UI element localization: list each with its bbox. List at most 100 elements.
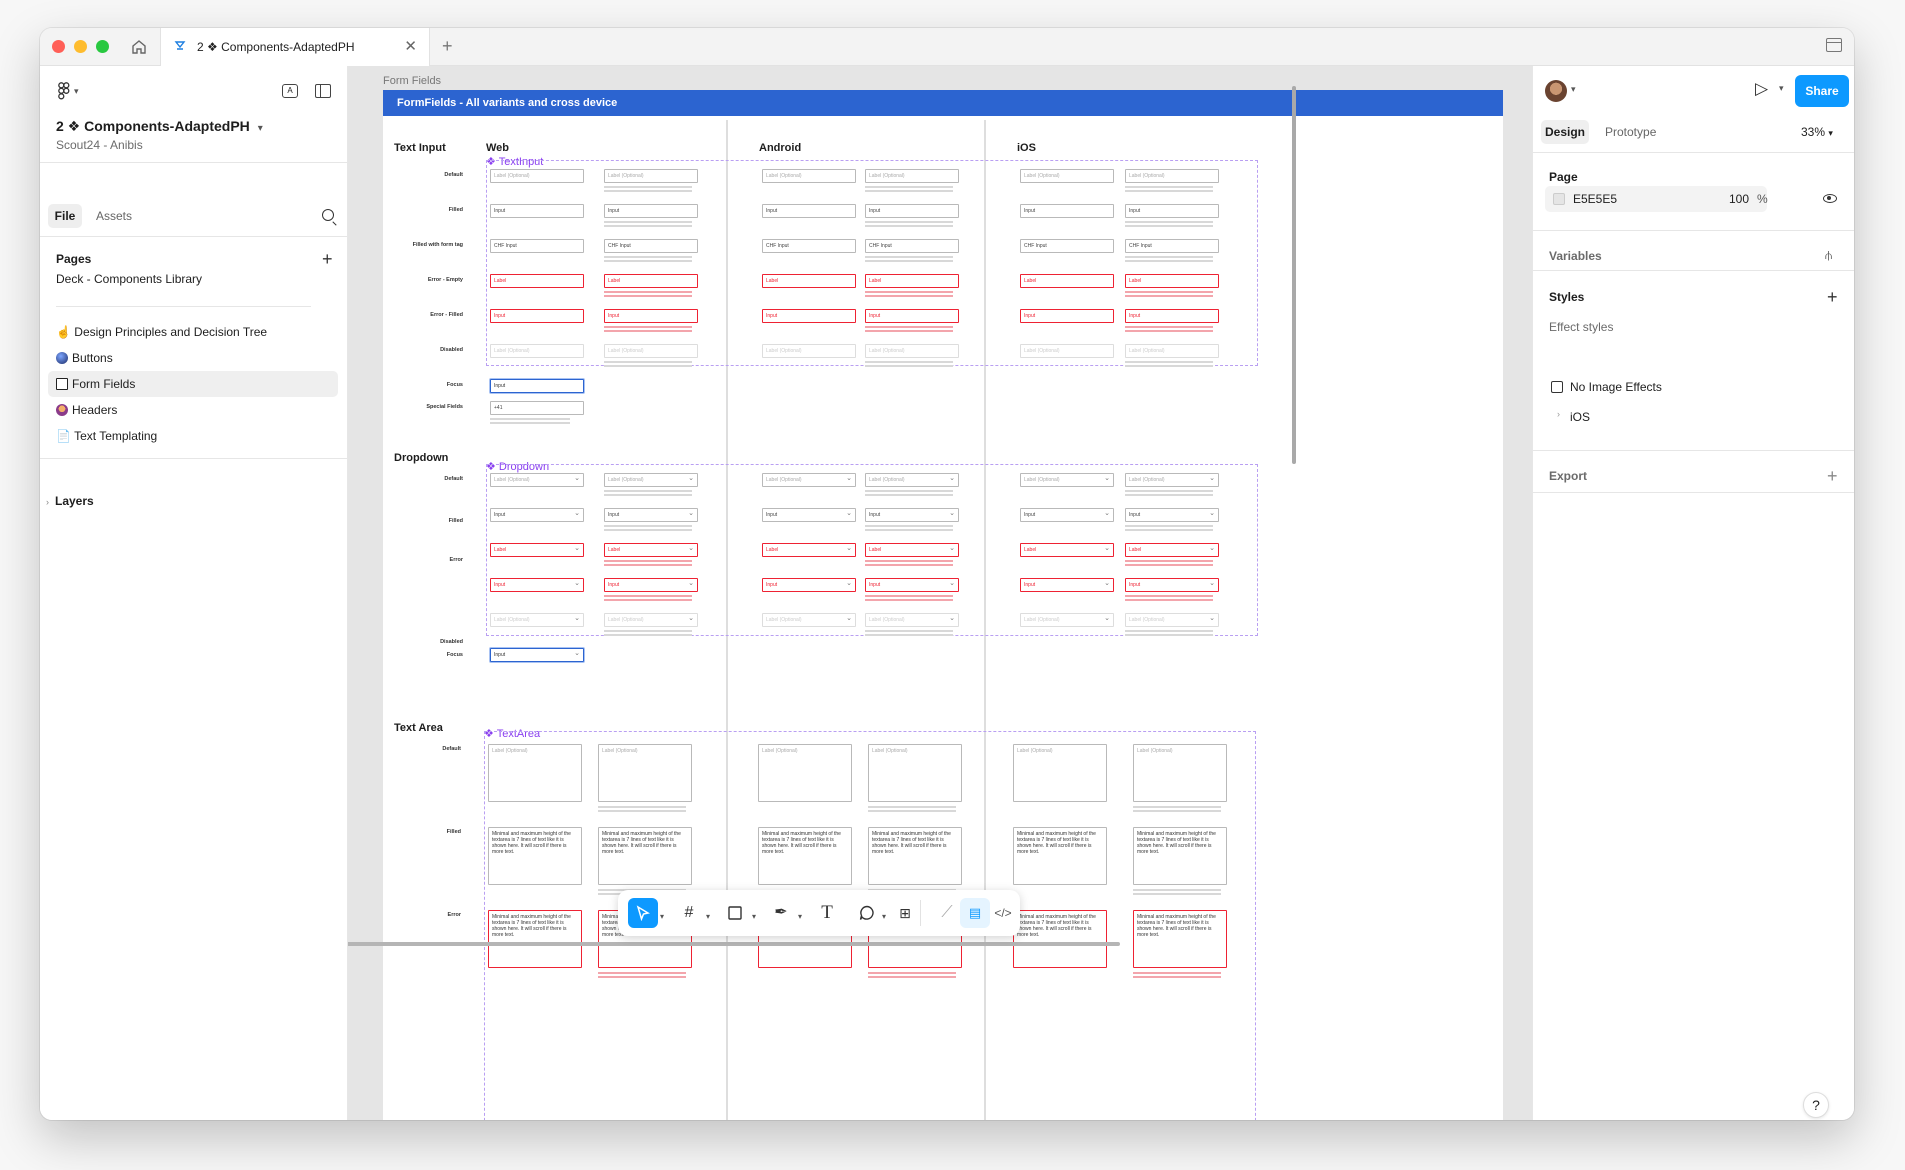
textarea-sample[interactable]: Minimal and maximum height of the textar… (868, 827, 962, 885)
text-input-sample[interactable]: CHF Input (1125, 239, 1219, 253)
pen-tool-icon[interactable]: ✒ (766, 898, 796, 928)
share-button[interactable]: Share (1795, 75, 1849, 107)
page-item-headers[interactable]: Headers (48, 397, 338, 423)
main-menu[interactable]: ▾ (58, 82, 79, 100)
comment-tool-icon[interactable] (852, 898, 882, 928)
text-input-sample[interactable]: Input (762, 204, 856, 218)
dropdown-sample[interactable]: Input (1020, 578, 1114, 592)
page-color-field[interactable]: E5E5E5 100 % (1545, 186, 1768, 212)
tab-prototype[interactable]: Prototype (1605, 120, 1656, 144)
frame-tool-icon[interactable]: # (674, 898, 704, 928)
dropdown-sample[interactable]: Label (Optional) (762, 473, 856, 487)
file-name[interactable]: 2 ❖ Components-AdaptedPH ▾ (56, 118, 263, 135)
design-mode-icon[interactable]: ▤ (960, 898, 990, 928)
textarea-sample[interactable]: Minimal and maximum height of the textar… (1133, 827, 1227, 885)
dropdown-sample[interactable]: Input (865, 508, 959, 522)
dropdown-sample[interactable]: Label (Optional) (490, 473, 584, 487)
draw-tool-icon[interactable]: ⟋ (932, 898, 962, 928)
dropdown-sample[interactable]: Label (Optional) (1020, 613, 1114, 627)
text-input-sample[interactable]: Label (865, 274, 959, 288)
dropdown-sample[interactable]: Input (1125, 578, 1219, 592)
rectangle-tool-icon[interactable] (720, 898, 750, 928)
effect-style-group[interactable]: iOS (1570, 410, 1590, 424)
dropdown-sample[interactable]: Label (762, 543, 856, 557)
dropdown-sample[interactable]: Input (762, 508, 856, 522)
no-image-effects-checkbox[interactable] (1551, 381, 1563, 393)
home-icon[interactable] (128, 36, 150, 58)
dropdown-sample[interactable]: Label (Optional) (1020, 473, 1114, 487)
search-icon[interactable] (322, 209, 334, 221)
sidebar-toggle-icon[interactable] (1826, 38, 1842, 52)
text-input-sample[interactable]: CHF Input (604, 239, 698, 253)
text-input-sample[interactable]: Label (1020, 274, 1114, 288)
add-page-icon[interactable]: + (322, 250, 333, 268)
dropdown-sample[interactable]: Input (490, 508, 584, 522)
dropdown-sample[interactable]: Label (Optional) (604, 613, 698, 627)
textarea-sample[interactable]: Minimal and maximum height of the textar… (598, 827, 692, 885)
dropdown-sample[interactable]: Input (1020, 508, 1114, 522)
add-style-icon[interactable]: + (1827, 288, 1838, 306)
canvas[interactable]: Form Fields FormFields - All variants an… (348, 66, 1532, 1120)
dropdown-sample[interactable]: Label (865, 543, 959, 557)
phone-input-sample[interactable]: +41 (490, 401, 584, 415)
text-input-sample[interactable]: Input (1125, 309, 1219, 323)
chevron-right-icon[interactable]: › (1557, 409, 1560, 419)
variables-heading[interactable]: Variables (1549, 249, 1602, 263)
textarea-sample[interactable]: Minimal and maximum height of the textar… (488, 827, 582, 885)
text-input-sample[interactable]: Label (Optional) (1125, 344, 1219, 358)
text-input-sample[interactable]: Input (865, 309, 959, 323)
dropdown-sample[interactable]: Label (Optional) (762, 613, 856, 627)
text-input-focus-sample[interactable]: Input (490, 379, 584, 393)
dropdown-sample[interactable]: Label (Optional) (865, 473, 959, 487)
text-input-sample[interactable]: Label (Optional) (762, 344, 856, 358)
text-input-sample[interactable]: Label (490, 274, 584, 288)
text-input-sample[interactable]: Input (604, 204, 698, 218)
text-input-sample[interactable]: Input (1125, 204, 1219, 218)
textarea-sample[interactable]: Label (Optional) (598, 744, 692, 802)
formfields-frame[interactable]: FormFields - All variants and cross devi… (383, 90, 1503, 1120)
chevron-down-icon[interactable]: ▾ (752, 912, 756, 921)
chevron-down-icon[interactable]: ▾ (882, 912, 886, 921)
vertical-scrollbar[interactable] (1292, 86, 1296, 464)
dropdown-sample[interactable]: Label (Optional) (604, 473, 698, 487)
text-input-sample[interactable]: Input (490, 309, 584, 323)
effect-style-item[interactable]: No Image Effects (1570, 380, 1662, 394)
text-tool-icon[interactable]: T (812, 898, 842, 928)
textarea-sample[interactable]: Label (Optional) (1013, 744, 1107, 802)
tab-design[interactable]: Design (1541, 120, 1589, 144)
add-export-icon[interactable]: + (1827, 467, 1838, 485)
page-item-text-templating[interactable]: 📄 Text Templating (48, 423, 338, 449)
chevron-down-icon[interactable]: ▾ (660, 912, 664, 921)
chevron-down-icon[interactable]: ▾ (1779, 83, 1784, 94)
text-input-sample[interactable]: Label (Optional) (490, 344, 584, 358)
horizontal-scrollbar[interactable] (348, 942, 1120, 946)
page-item-buttons[interactable]: Buttons (48, 345, 338, 371)
textarea-sample[interactable]: Label (Optional) (868, 744, 962, 802)
text-input-sample[interactable]: CHF Input (865, 239, 959, 253)
text-input-sample[interactable]: Label (Optional) (1020, 169, 1114, 183)
tab-file[interactable]: 2 ❖ Components-AdaptedPH ✕ (160, 28, 430, 66)
frame-label[interactable]: Form Fields (383, 75, 441, 87)
text-input-sample[interactable]: Label (Optional) (604, 169, 698, 183)
text-input-sample[interactable]: Label (604, 274, 698, 288)
close-window-button[interactable] (52, 40, 65, 53)
panel-layout-icon[interactable] (315, 84, 331, 98)
dropdown-sample[interactable]: Input (604, 578, 698, 592)
dropdown-sample[interactable]: Label (Optional) (490, 613, 584, 627)
dropdown-sample[interactable]: Label (Optional) (1125, 613, 1219, 627)
dropdown-focus-sample[interactable]: Input (490, 648, 584, 662)
close-tab-icon[interactable]: ✕ (404, 39, 417, 54)
text-input-sample[interactable]: Label (762, 274, 856, 288)
actions-tool-icon[interactable]: ⊞ (890, 898, 920, 928)
tab-assets[interactable]: Assets (96, 204, 132, 228)
text-input-sample[interactable]: Label (1125, 274, 1219, 288)
page-color-hex[interactable]: E5E5E5 (1573, 186, 1617, 212)
dropdown-sample[interactable]: Label (1020, 543, 1114, 557)
dev-mode-icon[interactable]: </> (988, 898, 1018, 928)
textarea-sample[interactable]: Label (Optional) (1133, 744, 1227, 802)
textarea-sample[interactable]: Label (Optional) (488, 744, 582, 802)
help-button[interactable]: ? (1803, 1092, 1829, 1118)
text-input-sample[interactable]: Label (Optional) (604, 344, 698, 358)
dropdown-sample[interactable]: Input (490, 578, 584, 592)
chevron-down-icon[interactable]: ▾ (798, 912, 802, 921)
